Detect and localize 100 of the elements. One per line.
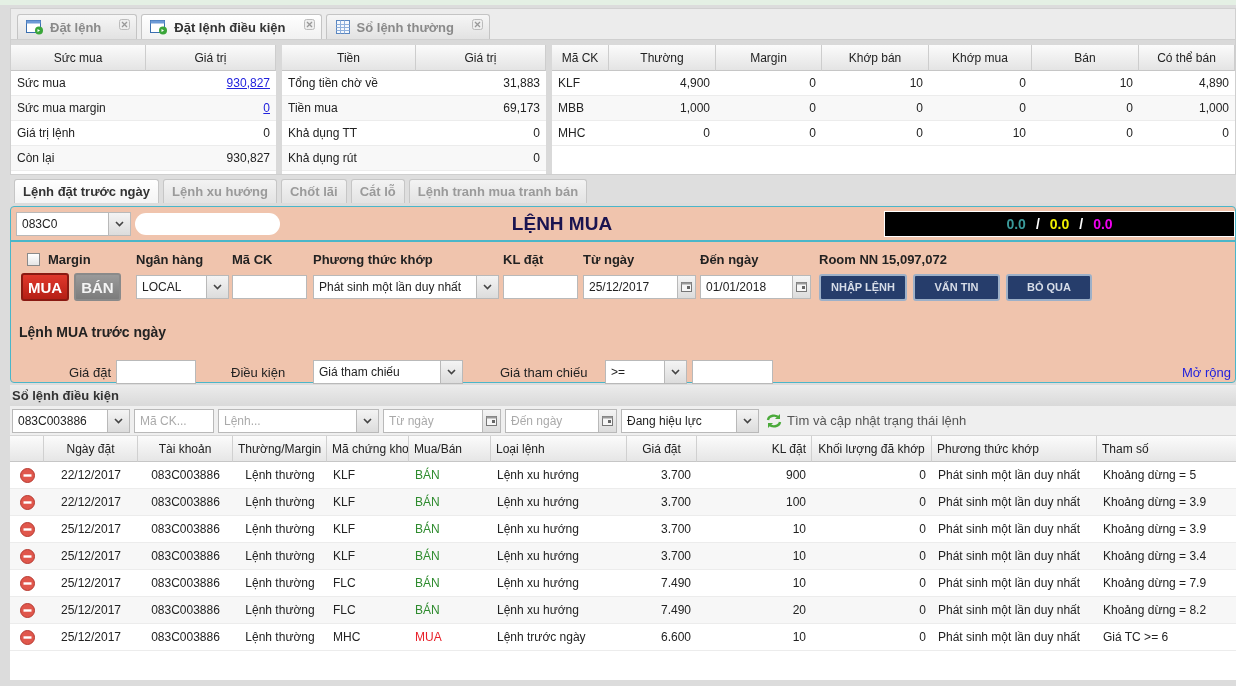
- table-cell: FLC: [327, 597, 409, 624]
- table-cell: Lệnh trước ngày: [491, 624, 627, 651]
- table-cell: 0: [812, 624, 932, 651]
- column-header: Sức mua: [11, 45, 146, 71]
- ticker-separator: /: [1079, 215, 1084, 232]
- table-cell: Lệnh thường: [233, 597, 327, 624]
- calendar-icon: [486, 415, 497, 426]
- table-cell: Phát sinh một lần duy nhất: [932, 489, 1097, 516]
- dropdown-field[interactable]: Đang hiệu lực: [621, 408, 759, 433]
- table-cell: 0: [822, 121, 929, 146]
- field-label: Đến ngày: [700, 251, 759, 267]
- column-header: Tiền: [282, 45, 416, 71]
- close-icon[interactable]: [471, 19, 483, 30]
- text-field[interactable]: [503, 275, 578, 299]
- date-field[interactable]: 25/12/2017: [583, 275, 696, 299]
- table-cell: MBB: [552, 96, 609, 121]
- table-cell: Lệnh xu hướng: [491, 597, 627, 624]
- table-cell: 3.700: [627, 543, 697, 570]
- dropdown-field[interactable]: Phát sinh một lần duy nhất: [313, 275, 499, 299]
- table-cell: 0: [822, 96, 929, 121]
- table-cell: Khả dụng rút: [282, 146, 416, 171]
- dropdown-field[interactable]: LOCAL: [136, 275, 229, 299]
- table-cell: 7.490: [627, 597, 697, 624]
- field-label: Điều kiện: [231, 364, 286, 380]
- column-header: Giá trị: [416, 45, 546, 71]
- table-cell: Phát sinh một lần duy nhất: [932, 624, 1097, 651]
- table-cell: Phát sinh một lần duy nhất: [932, 597, 1097, 624]
- action-button[interactable]: BỎ QUA: [1006, 273, 1092, 301]
- chevron-down-icon: [447, 369, 456, 375]
- table-cell: 69,173: [416, 96, 546, 121]
- form-title: LỆNH MUA: [510, 212, 614, 235]
- table-cell: 0: [609, 121, 716, 146]
- table-cell: 0: [812, 543, 932, 570]
- remove-icon[interactable]: [19, 548, 35, 564]
- ticker-value: 0.0: [1093, 215, 1113, 232]
- side-button[interactable]: MUA: [21, 273, 70, 301]
- dropdown-field[interactable]: 083C003886: [12, 408, 130, 433]
- table-cell: 3.700: [627, 489, 697, 516]
- table-cell: Tiền mua: [282, 96, 416, 121]
- ticker-value: 0.0: [1049, 215, 1070, 232]
- dropdown-field[interactable]: Giá tham chiếu: [313, 360, 463, 384]
- action-button[interactable]: VẤN TIN: [913, 273, 1000, 301]
- tab[interactable]: Lệnh đặt trước ngày: [14, 179, 159, 203]
- remove-icon[interactable]: [19, 575, 35, 591]
- text-field[interactable]: [116, 360, 196, 384]
- dropdown-field[interactable]: >=: [605, 360, 687, 384]
- value-link[interactable]: 0: [263, 101, 270, 115]
- window-icon: [150, 19, 169, 35]
- table-cell: Lệnh xu hướng: [491, 543, 627, 570]
- column-header: Thường/Margin: [233, 436, 327, 462]
- field-label: Giá đặt: [69, 364, 111, 380]
- table-cell: MUA: [409, 624, 491, 651]
- field-label: Phương thức khớp: [313, 251, 433, 267]
- table-cell: 20: [697, 597, 812, 624]
- close-icon[interactable]: [119, 19, 131, 30]
- chevron-down-icon: [363, 417, 372, 424]
- spreadsheet-icon: [334, 19, 351, 35]
- remove-icon[interactable]: [19, 494, 35, 510]
- chevron-down-icon: [671, 369, 680, 375]
- close-icon[interactable]: [303, 19, 315, 30]
- chevron-down-icon: [483, 284, 492, 290]
- table-cell: 100: [697, 489, 812, 516]
- column-header: Khớp bán: [822, 45, 929, 71]
- refresh-icon: [765, 412, 783, 429]
- table-cell: 0: [1032, 121, 1139, 146]
- table-cell: Khoảng dừng = 3.9: [1097, 489, 1236, 516]
- remove-icon[interactable]: [19, 602, 35, 618]
- remove-icon[interactable]: [19, 521, 35, 537]
- table-cell: 10: [697, 624, 812, 651]
- calendar-icon: [796, 282, 807, 292]
- dropdown-field[interactable]: 083C0: [16, 211, 131, 236]
- table-cell: 0: [716, 96, 822, 121]
- tab[interactable]: Đặt lệnh điều kiện: [141, 14, 322, 39]
- column-header: Khớp mua: [929, 45, 1032, 71]
- column-header: Margin: [716, 45, 822, 71]
- table-cell: MHC: [327, 624, 409, 651]
- chevron-down-icon: [114, 417, 123, 424]
- column-header: Phương thức khớp: [932, 436, 1097, 462]
- table-cell: 083C003886: [138, 597, 233, 624]
- column-header: Khối lượng đã khớp: [812, 436, 932, 462]
- table-cell: 25/12/2017: [44, 624, 138, 651]
- text-field[interactable]: [232, 275, 307, 299]
- remove-icon[interactable]: [19, 629, 35, 645]
- refresh-button[interactable]: Tìm và cập nhật trạng thái lệnh: [765, 412, 967, 429]
- column-header: KL đặt: [697, 436, 812, 462]
- section-title: Sổ lệnh điều kiện: [10, 385, 1236, 406]
- remove-icon[interactable]: [19, 467, 35, 483]
- table-cell: 1,000: [1139, 96, 1235, 121]
- action-button[interactable]: NHẬP LỆNH: [819, 273, 907, 301]
- table-cell: Còn lại: [11, 146, 146, 171]
- section-title: Lệnh MUA trước ngày: [19, 324, 167, 340]
- date-field[interactable]: 01/01/2018: [700, 275, 811, 299]
- checkbox[interactable]: [27, 252, 40, 266]
- field-label: Mã CK: [232, 251, 273, 267]
- text-field[interactable]: [692, 360, 773, 384]
- expand-link[interactable]: Mở rộng: [1182, 364, 1231, 380]
- table-cell: 25/12/2017: [44, 543, 138, 570]
- value-link[interactable]: 930,827: [226, 76, 270, 90]
- table-cell: 0: [716, 121, 822, 146]
- table-cell: 083C003886: [138, 543, 233, 570]
